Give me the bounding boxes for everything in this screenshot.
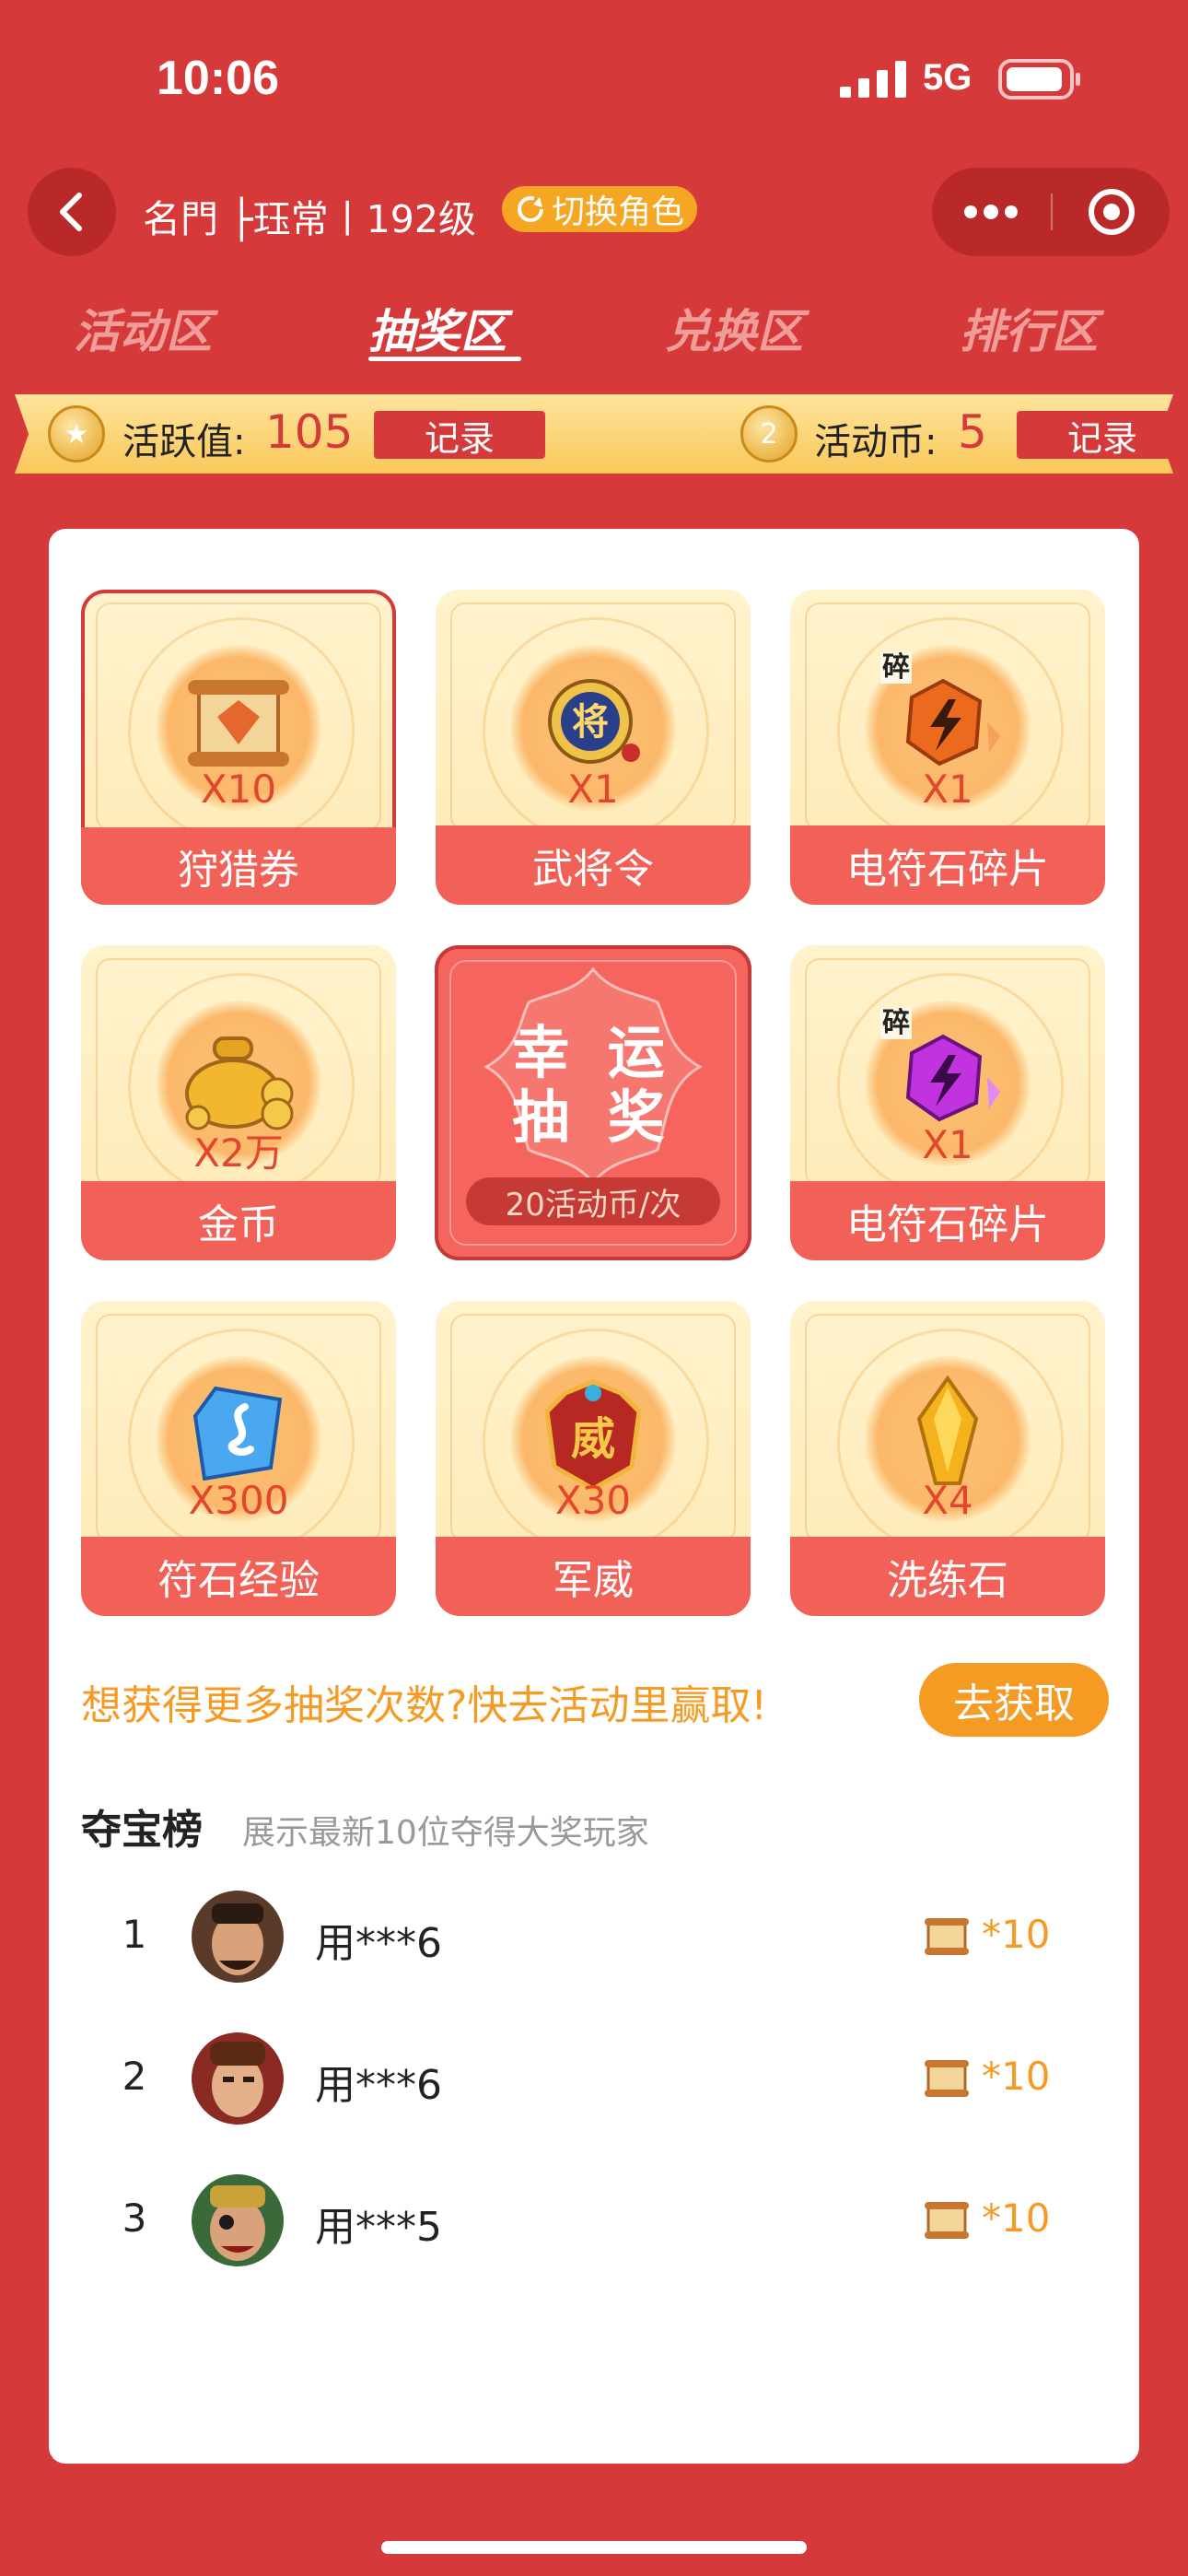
player-name: 用***6 [315,1920,442,1967]
reward-count: *10 [982,2054,1051,2099]
prize-quantity: X1 [567,767,619,812]
prize-tile[interactable]: X2万 金币 [81,945,396,1260]
leaderboard-title: 夺宝榜 [81,1807,203,1854]
more-button[interactable] [932,168,1050,256]
prize-quantity: X2万 [193,1130,284,1176]
player-name: 用***5 [315,2204,442,2251]
more-dots-icon [964,205,1018,219]
prize-name: 符石经验 [81,1537,396,1616]
chevron-left-icon [60,193,82,231]
battery-icon [998,59,1080,100]
scroll-icon [925,1918,969,1955]
get-more-button[interactable]: 去获取 [919,1663,1109,1737]
blue-crystal-icon [192,1386,283,1481]
general-token-icon: 将 [548,679,640,764]
back-button[interactable] [28,168,116,256]
prize-tile[interactable]: 碎 X1 电符石碎片 [790,945,1105,1260]
prize-quantity: X300 [188,1478,289,1523]
gold-coins-bag-icon [185,1036,294,1130]
prize-quantity: X30 [554,1478,632,1523]
activity-value: 105 [265,405,354,459]
rank-number: 2 [122,2054,147,2099]
purple-rune-shard-icon [905,1034,1000,1122]
status-time: 10:06 [157,52,279,105]
tab-ranking[interactable]: 排行区 [960,295,1098,361]
target-close-icon [1088,189,1135,235]
prize-tile[interactable]: X4 洗练石 [790,1301,1105,1616]
tab-lottery[interactable]: 抽奖区 [368,295,507,361]
reward-count: *10 [982,1912,1051,1957]
network-type: 5G [923,57,973,98]
prize-name: 军威 [436,1537,751,1616]
yellow-gem-icon [916,1375,979,1485]
tab-exchange[interactable]: 兑换区 [665,295,803,361]
prize-tile[interactable]: 威 X30 军威 [436,1301,751,1616]
draw-cost: 20活动币/次 [466,1177,720,1225]
activity-value-label: 活跃值: [122,421,246,463]
lucky-draw-line1: 幸 运 [512,1019,674,1086]
signal-icon [840,61,906,98]
lucky-draw-line2: 抽 奖 [512,1083,674,1151]
player-name: 用***6 [315,2062,442,2109]
prize-name: 电符石碎片 [790,825,1105,905]
svg-text:将: 将 [572,701,609,744]
close-button[interactable] [1053,168,1170,256]
prize-tile[interactable]: X300 符石经验 [81,1301,396,1616]
star-coin-icon: ★ [48,405,105,463]
prize-name: 洗练石 [790,1537,1105,1616]
orange-rune-shard-icon [905,678,1000,767]
prize-tile[interactable]: 碎 X1 电符石碎片 [790,590,1105,905]
lucky-draw-button[interactable]: 幸 运 抽 奖 20活动币/次 [435,945,751,1260]
refresh-icon [517,196,543,222]
prize-tile[interactable]: X10 狩猎券 [81,590,396,905]
activity-record-button[interactable]: 记录 [374,411,545,459]
military-badge-icon: 威 [544,1379,642,1492]
activity-coin-label: 活动币: [814,421,938,463]
rank-number: 3 [122,2195,147,2241]
prize-quantity: X1 [922,767,973,812]
prize-tile[interactable]: 将 X1 武将令 [436,590,751,905]
avatar [192,2174,284,2266]
prize-name: 狩猎券 [81,827,396,905]
prize-quantity: X1 [922,1122,973,1167]
scroll-icon [925,2060,969,2097]
coin-record-button[interactable]: 记录 [1017,411,1188,459]
switch-role-label: 切换角色 [551,193,684,231]
leaderboard-subtitle: 展示最新10位夺得大奖玩家 [242,1814,649,1852]
reward-count: *10 [982,2195,1051,2241]
prize-quantity: X4 [922,1478,973,1523]
prize-name: 电符石碎片 [790,1181,1105,1260]
avatar [192,1891,284,1983]
scroll-icon [188,680,289,767]
activity-coin-value: 5 [958,405,987,459]
active-tab-underline [368,357,521,361]
avatar [192,2032,284,2125]
home-indicator[interactable] [381,2541,807,2554]
tab-activity[interactable]: 活动区 [74,295,212,361]
role-title: 名門 ├珏常丨192级 [143,197,476,241]
scroll-icon [925,2202,969,2239]
prize-name: 武将令 [436,825,751,905]
svg-text:威: 威 [571,1413,615,1465]
prize-quantity: X10 [200,767,277,812]
prize-name: 金币 [81,1181,396,1260]
lucky-draw-title: 幸 运 抽 奖 [435,1021,751,1150]
rank-number: 1 [122,1912,147,1957]
promo-text: 想获得更多抽奖次数?快去活动里赢取! [81,1682,767,1729]
switch-role-button[interactable]: 切换角色 [502,186,697,232]
activity-coin-icon: 2 [740,405,798,463]
